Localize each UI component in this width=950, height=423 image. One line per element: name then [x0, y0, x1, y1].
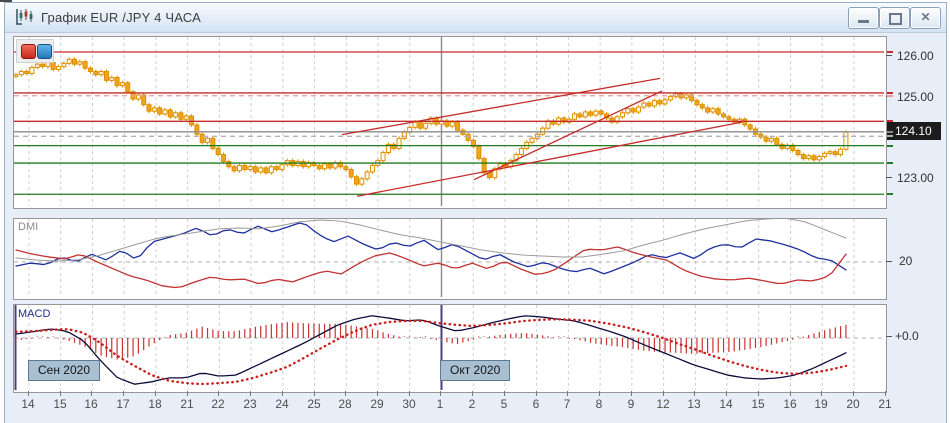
chart-mini-toolbar — [16, 39, 54, 63]
x-axis-label: 13 — [687, 397, 701, 411]
level-tick — [887, 120, 893, 122]
minimize-icon — [858, 20, 869, 23]
date-tick — [250, 391, 251, 396]
date-tick — [345, 391, 346, 396]
restore-button[interactable] — [879, 7, 910, 29]
date-tick — [155, 391, 156, 396]
x-axis-label: 16 — [84, 397, 98, 411]
chart-icon — [16, 9, 33, 25]
x-axis-label: 18 — [148, 397, 162, 411]
date-tick — [187, 391, 188, 396]
price-label-126: 126.00 — [897, 49, 934, 63]
date-tick — [853, 391, 854, 396]
x-axis-label: 15 — [53, 397, 67, 411]
date-tick — [409, 391, 410, 396]
date-tick — [790, 391, 791, 396]
date-tick — [599, 391, 600, 396]
level-tick — [887, 92, 893, 94]
close-button[interactable]: ✕ — [910, 7, 941, 29]
date-tick — [377, 391, 378, 396]
close-icon: ✕ — [920, 10, 931, 24]
date-tick — [663, 391, 664, 396]
screenshot-stage: График EUR /JPY 4 ЧАСА ✕ DMI MACD 126.00 — [0, 0, 950, 423]
x-axis-label: 16 — [783, 397, 797, 411]
date-tick — [123, 391, 124, 396]
x-axis-label: 12 — [656, 397, 670, 411]
title-bar[interactable]: График EUR /JPY 4 ЧАСА ✕ — [5, 3, 946, 33]
x-axis-label: 7 — [563, 397, 571, 411]
price-label-123: 123.00 — [897, 171, 934, 185]
x-axis-label: 30 — [402, 397, 416, 411]
date-tick — [504, 391, 505, 396]
blue-marker-button[interactable] — [37, 44, 52, 59]
x-axis-label: 21 — [180, 397, 194, 411]
date-tick — [821, 391, 822, 396]
x-axis-label: 2 — [468, 397, 476, 411]
x-axis-label: 28 — [338, 397, 352, 411]
macd-zero-tick — [886, 336, 892, 337]
level-tick — [887, 135, 893, 137]
date-tick — [440, 391, 441, 396]
x-axis-label: 1 — [436, 397, 444, 411]
x-axis-label: 29 — [370, 397, 384, 411]
level-tick — [887, 145, 893, 147]
date-tick — [726, 391, 727, 396]
level-tick — [887, 193, 893, 195]
month-label: Окт 2020 — [440, 360, 511, 381]
x-axis-label: 22 — [211, 397, 225, 411]
dmi-panel[interactable] — [13, 218, 887, 300]
x-axis-label: 23 — [243, 397, 257, 411]
x-axis-label: 20 — [846, 397, 860, 411]
dmi-indicator-label: DMI — [18, 221, 39, 233]
x-axis-label: 14 — [719, 397, 733, 411]
price-label-125: 125.00 — [897, 90, 934, 104]
candlestick-chart[interactable] — [14, 37, 884, 206]
date-tick — [885, 391, 886, 396]
price-chart-panel[interactable] — [13, 36, 887, 209]
x-axis-label: 8 — [595, 397, 603, 411]
x-axis-label: 9 — [627, 397, 635, 411]
date-tick — [314, 391, 315, 396]
x-axis-label: 15 — [751, 397, 765, 411]
x-axis-label: 6 — [532, 397, 540, 411]
red-marker-button[interactable] — [21, 44, 36, 59]
x-axis-label: 19 — [814, 397, 828, 411]
date-tick — [28, 391, 29, 396]
date-tick — [694, 391, 695, 396]
date-tick — [91, 391, 92, 396]
restore-icon — [889, 13, 902, 25]
month-label: Сен 2020 — [28, 360, 100, 381]
date-tick — [60, 391, 61, 396]
date-tick — [472, 391, 473, 396]
x-axis-label: 14 — [21, 397, 35, 411]
macd-zero-label: +0.0 — [895, 329, 919, 343]
dmi-chart[interactable] — [14, 219, 884, 297]
level-tick — [887, 131, 893, 133]
x-axis-label: 5 — [500, 397, 508, 411]
date-tick — [282, 391, 283, 396]
window-title: График EUR /JPY 4 ЧАСА — [41, 10, 201, 25]
price-tick — [886, 55, 892, 56]
dmi-level-label: 20 — [899, 254, 913, 268]
level-tick — [887, 51, 893, 53]
date-tick — [758, 391, 759, 396]
chart-window: График EUR /JPY 4 ЧАСА ✕ DMI MACD 126.00 — [4, 2, 947, 423]
date-tick — [567, 391, 568, 396]
x-axis-label: 21 — [878, 397, 892, 411]
minimize-button[interactable] — [848, 7, 879, 29]
level-tick — [887, 95, 893, 97]
x-axis-label: 24 — [275, 397, 289, 411]
dmi-level-tick — [886, 261, 892, 262]
date-tick — [218, 391, 219, 396]
price-tick — [886, 177, 892, 178]
macd-indicator-label: MACD — [18, 308, 51, 320]
date-tick — [631, 391, 632, 396]
date-tick — [536, 391, 537, 396]
x-axis-label: 25 — [307, 397, 321, 411]
x-axis-label: 17 — [116, 397, 130, 411]
level-tick — [887, 162, 893, 164]
current-price-badge: 124.10 — [887, 122, 941, 140]
